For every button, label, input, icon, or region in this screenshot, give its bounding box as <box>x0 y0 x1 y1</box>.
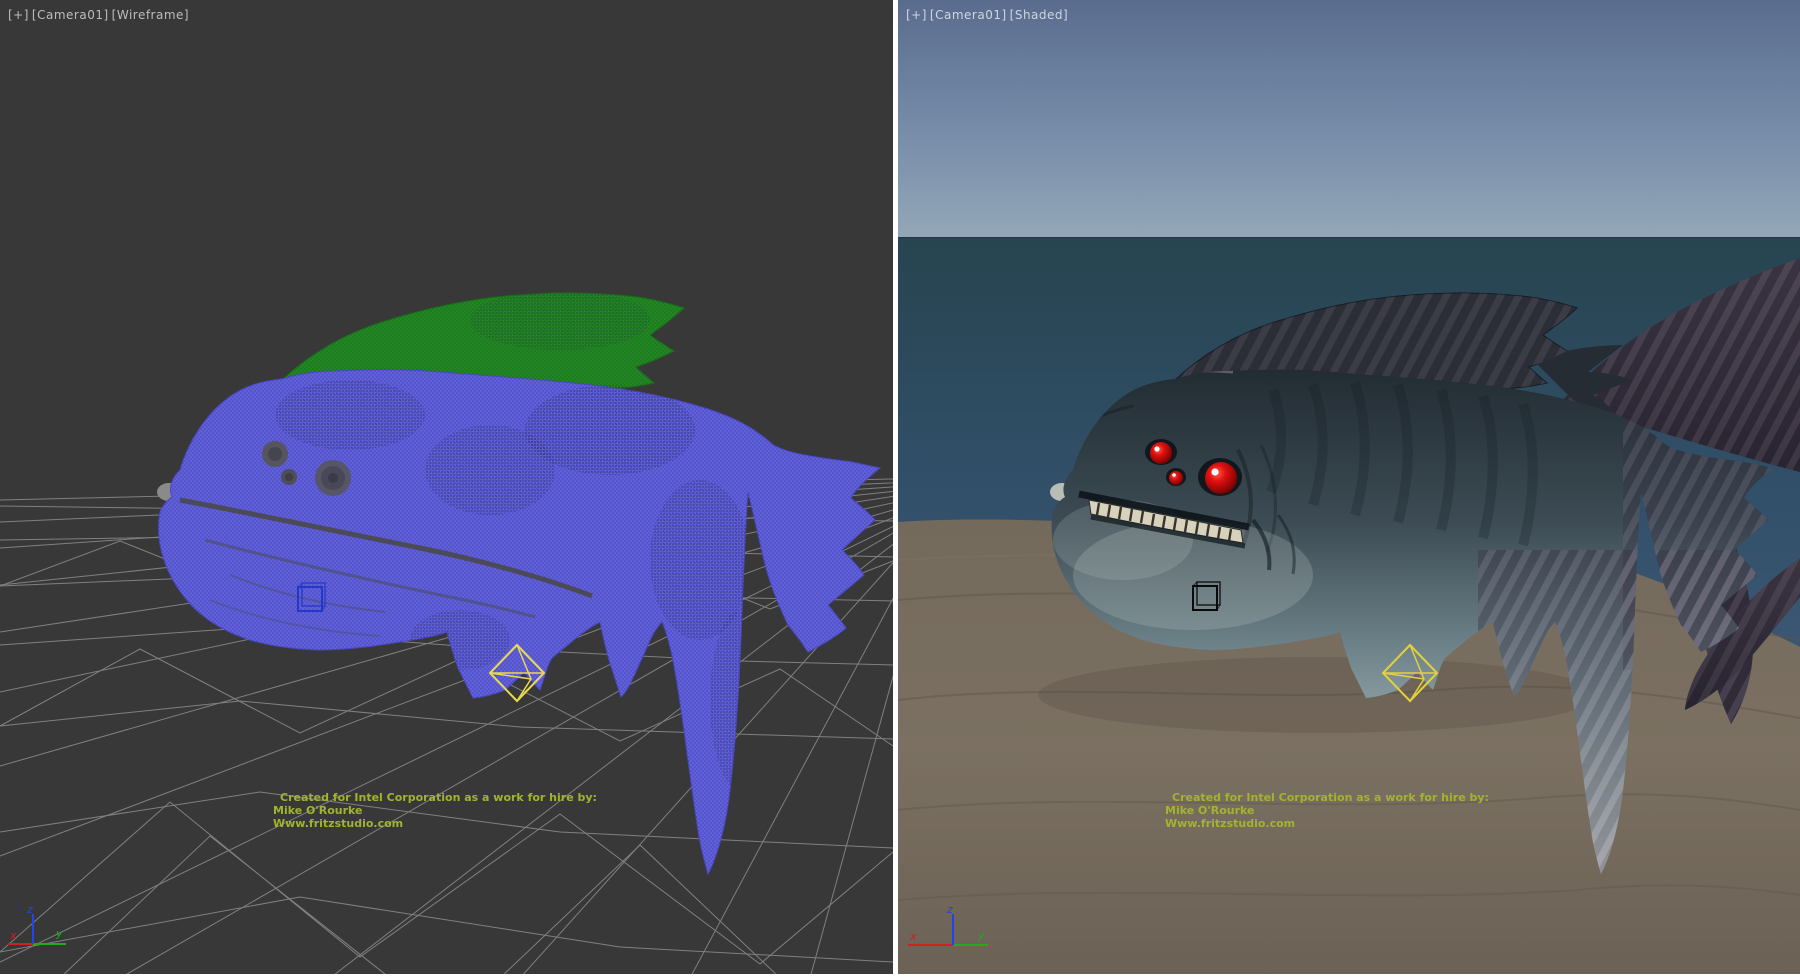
axis-tripod-icon: x y z <box>0 902 92 974</box>
scene-watermark: Created for Intel Corporation as a work … <box>273 791 597 830</box>
viewport-shading-menu[interactable]: [Wireframe] <box>112 8 189 22</box>
svg-text:x: x <box>909 930 917 943</box>
svg-text:y: y <box>55 927 63 940</box>
viewport-pov-menu[interactable]: [Camera01] <box>32 8 109 22</box>
viewport-shading-menu[interactable]: [Shaded] <box>1010 8 1069 22</box>
svg-text:y: y <box>977 929 985 942</box>
watermark-line: Created for Intel Corporation as a work … <box>1165 791 1489 804</box>
viewport-general-menu[interactable]: [+] <box>906 8 927 22</box>
application-window: [+][Camera01][Wireframe] Created for Int… <box>0 0 1800 978</box>
watermark-line: Created for Intel Corporation as a work … <box>273 791 597 804</box>
viewport-label: [+][Camera01][Shaded] <box>906 8 1071 22</box>
svg-text:x: x <box>9 929 17 942</box>
watermark-line: Mike O'Rourke <box>1165 804 1489 817</box>
axis-tripod-icon: x y z <box>898 902 998 974</box>
scene-watermark: Created for Intel Corporation as a work … <box>1165 791 1489 830</box>
viewport-label: [+][Camera01][Wireframe] <box>8 8 192 22</box>
watermark-line: Mike O'Rourke <box>273 804 597 817</box>
viewport-pov-menu[interactable]: [Camera01] <box>930 8 1007 22</box>
viewport-wireframe[interactable]: [+][Camera01][Wireframe] Created for Int… <box>0 0 893 974</box>
svg-text:z: z <box>26 903 33 916</box>
sky <box>898 0 1800 237</box>
viewport-general-menu[interactable]: [+] <box>8 8 29 22</box>
watermark-line: Www.fritzstudio.com <box>273 817 597 830</box>
viewport-shaded[interactable]: [+][Camera01][Shaded] Created for Intel … <box>898 0 1800 974</box>
watermark-line: Www.fritzstudio.com <box>1165 817 1489 830</box>
svg-text:z: z <box>946 903 953 916</box>
